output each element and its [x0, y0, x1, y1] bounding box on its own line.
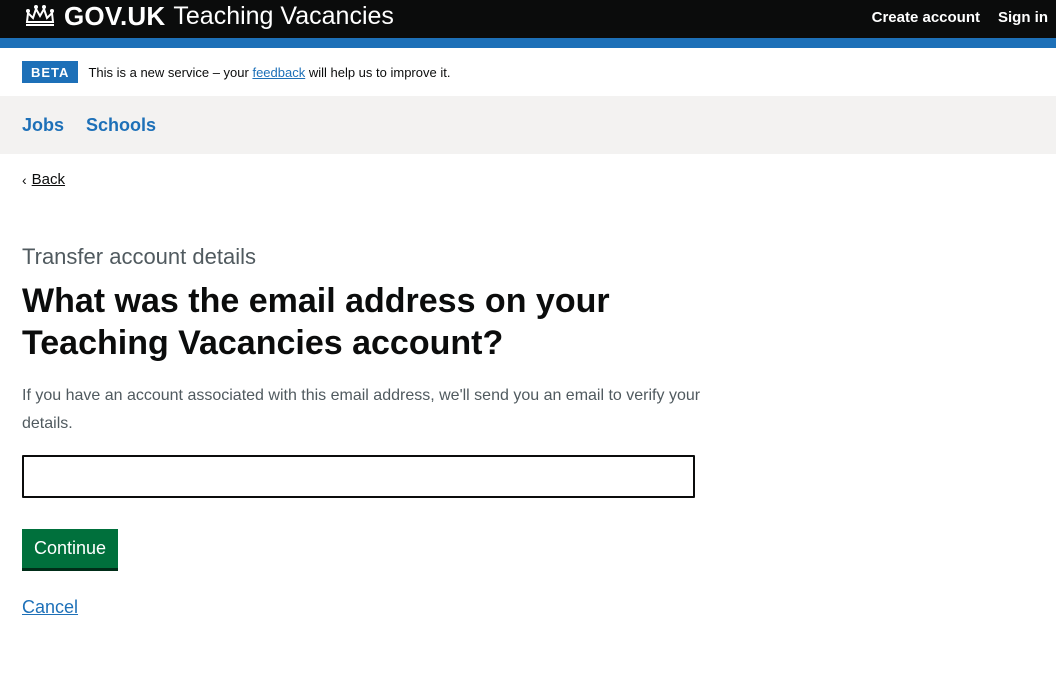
- cancel-container: Cancel: [22, 597, 1056, 618]
- page-title: What was the email address on your Teach…: [22, 282, 610, 362]
- gov-uk-logo-link[interactable]: GOV.UK Teaching Vacancies: [22, 0, 394, 32]
- cancel-link[interactable]: Cancel: [22, 597, 78, 617]
- sign-in-link[interactable]: Sign in: [998, 9, 1048, 26]
- header-blue-bar: [0, 38, 1056, 48]
- email-hint: If you have an account associated with t…: [22, 387, 701, 432]
- phase-text-before: This is a new service – your: [88, 64, 253, 80]
- page-caption: Transfer account details: [22, 244, 256, 269]
- nav-item-jobs[interactable]: Jobs: [22, 115, 64, 136]
- beta-tag: BETA: [22, 61, 79, 83]
- back-link[interactable]: Back: [32, 171, 65, 188]
- email-field[interactable]: [22, 455, 695, 498]
- service-navigation: Jobs Schools: [0, 96, 1056, 154]
- continue-button[interactable]: Continue: [22, 529, 119, 568]
- chevron-left-icon: ‹: [22, 171, 27, 188]
- crown-icon: [25, 5, 55, 26]
- site-header: GOV.UK Teaching Vacancies Create account…: [0, 0, 1056, 38]
- phase-text-after: will help us to improve it.: [305, 64, 451, 80]
- phase-banner-text: This is a new service – your feedback wi…: [88, 65, 450, 80]
- nav-item-schools[interactable]: Schools: [86, 115, 156, 136]
- gov-uk-wordmark: GOV.UK: [64, 1, 166, 31]
- header-nav: Create account Sign in: [872, 0, 1048, 34]
- feedback-link[interactable]: feedback: [252, 65, 305, 80]
- create-account-link[interactable]: Create account: [872, 9, 980, 26]
- phase-banner: BETA This is a new service – your feedba…: [0, 48, 1056, 96]
- back-link-container: ‹ Back: [22, 171, 1056, 188]
- service-name[interactable]: Teaching Vacancies: [173, 3, 394, 29]
- main-content: ‹ Back Transfer account details What was…: [0, 171, 1056, 618]
